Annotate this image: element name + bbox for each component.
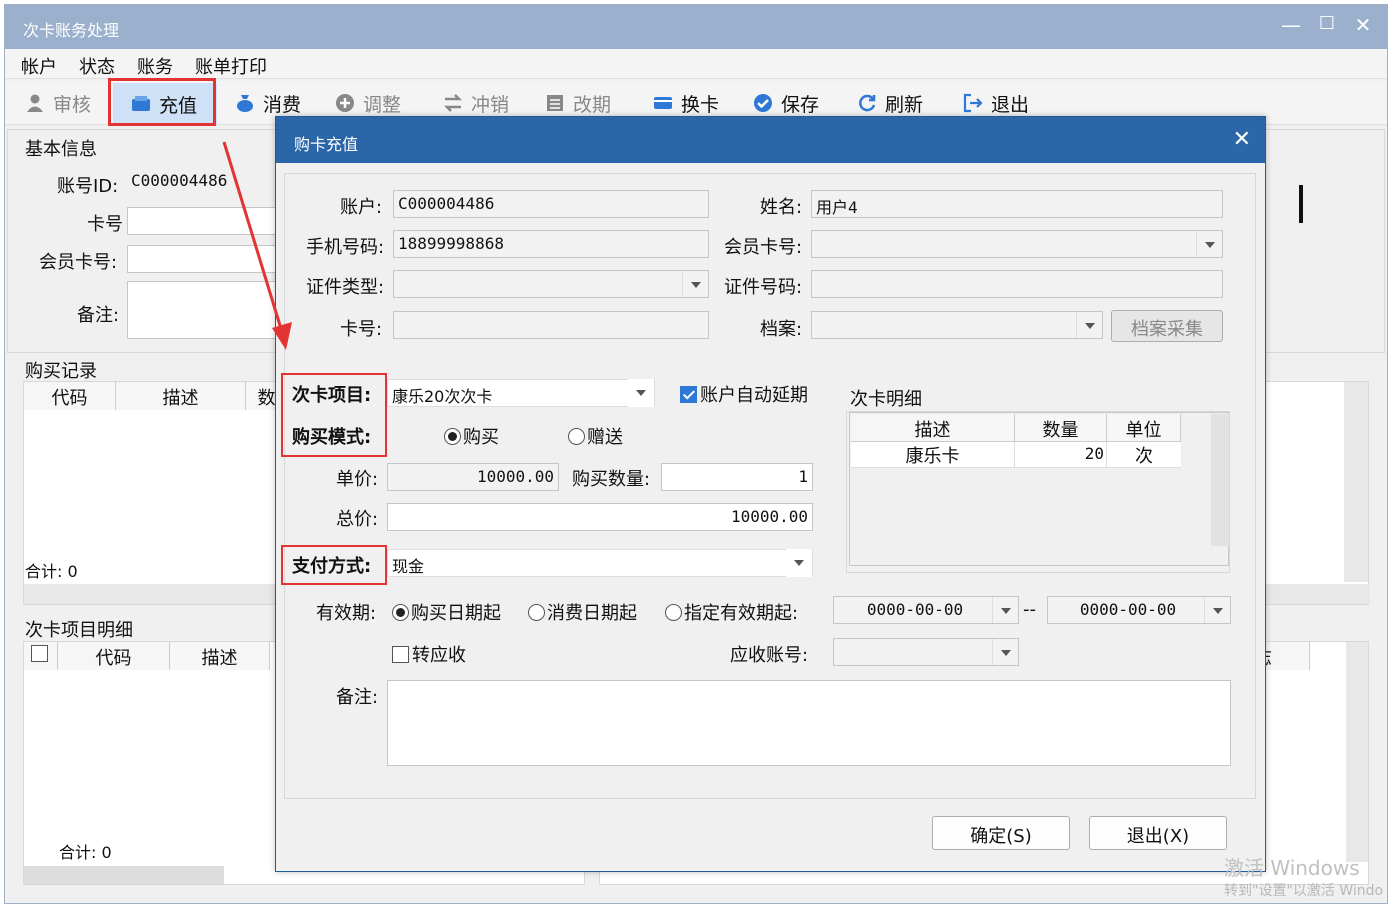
activation-watermark-line1: 激活 Windows [1224,856,1360,880]
arrow-annotation [222,141,292,350]
activation-watermark-line2: 转到"设置"以激活 Windo [1224,883,1384,899]
